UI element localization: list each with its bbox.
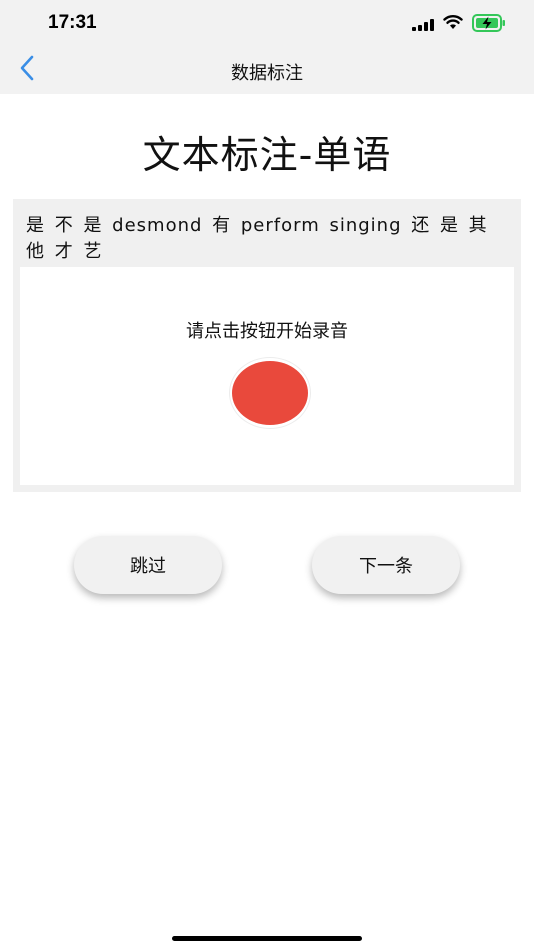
record-dot-icon: [232, 361, 308, 425]
nav-title: 数据标注: [231, 63, 303, 84]
status-bar: 17:31: [0, 0, 534, 46]
battery-charging-icon: [472, 14, 506, 36]
status-time: 17:31: [48, 12, 97, 33]
home-indicator[interactable]: [172, 936, 362, 941]
wifi-icon: [443, 14, 463, 34]
nav-bar: 数据标注: [0, 46, 534, 94]
skip-button[interactable]: 跳过: [74, 536, 222, 594]
record-button[interactable]: [229, 357, 311, 429]
signal-icon: [412, 16, 436, 35]
next-button[interactable]: 下一条: [312, 536, 460, 594]
record-panel: 请点击按钮开始录音: [20, 267, 514, 485]
sentence-text: 是 不 是 desmond 有 perform singing 还 是 其 他 …: [26, 215, 488, 262]
record-hint: 请点击按钮开始录音: [186, 321, 348, 342]
page-title: 文本标注-单语: [142, 133, 392, 177]
annotation-card: 是 不 是 desmond 有 perform singing 还 是 其 他 …: [13, 199, 521, 492]
